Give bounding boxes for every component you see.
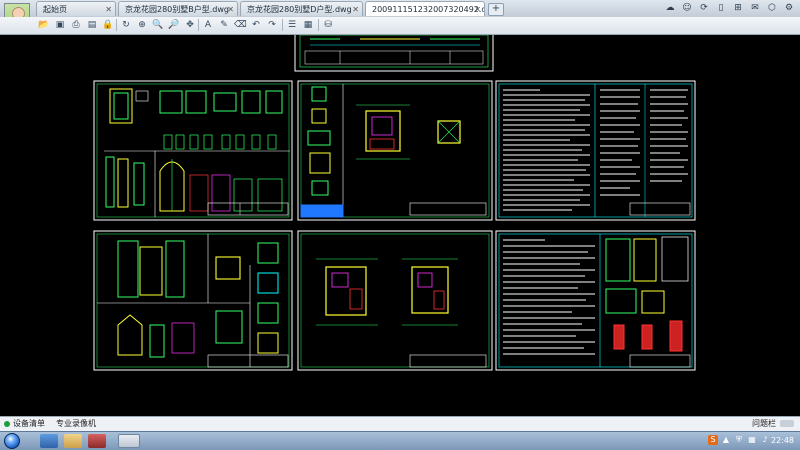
mail-icon[interactable]: ✉ [748, 2, 762, 14]
undo-icon[interactable]: ↶ [250, 19, 262, 31]
layer-manager-icon[interactable]: ▦ [302, 19, 314, 31]
tab-label: 20091115123200732049​2.d... [372, 5, 485, 14]
volume-icon[interactable]: ♪ [760, 435, 770, 445]
professional-recorder-label: 专业录像机 [56, 419, 96, 428]
tab-start-page[interactable]: 起始页 ✕ [36, 1, 116, 16]
print-icon[interactable]: ⎙ [70, 19, 82, 31]
sheet-top [294, 32, 494, 72]
sheet-row2-2 [297, 230, 493, 371]
close-icon[interactable]: ✕ [227, 2, 234, 16]
tab-label: 京龙花园280别墅B户型.dwg [125, 5, 229, 14]
add-tab-button[interactable]: + [488, 3, 504, 16]
sheet-row1-3 [495, 80, 696, 221]
settings-icon[interactable]: ⚙ [782, 2, 796, 14]
system-tray: S ▲ ⛨ ▦ ♪ [708, 435, 770, 445]
export-icon[interactable]: ▤ [86, 19, 98, 31]
cube-icon[interactable]: ⬡ [765, 2, 779, 14]
tab-drawing-current[interactable]: 20091115123200732049​2.d... ✕ [365, 1, 485, 16]
bottom-panel: 设备清单 专业录像机 问题栏 [0, 416, 800, 431]
zoom-out-icon[interactable]: 🔎 [168, 19, 180, 31]
cloud-icon[interactable]: ☁ [663, 2, 677, 14]
device-list-tab[interactable]: 设备清单 [4, 418, 45, 430]
sheet-row2-1 [93, 230, 293, 371]
lock-icon[interactable]: 🔒 [102, 19, 114, 31]
tray-up-icon[interactable]: ▲ [721, 435, 731, 445]
refresh-icon[interactable]: ⟳ [697, 2, 711, 14]
tab-label: 京龙花园280别墅D户型.dwg [247, 5, 352, 14]
tab-drawing-b[interactable]: 京龙花园280别墅B户型.dwg ✕ [118, 1, 238, 16]
rotate-icon[interactable]: ↻ [120, 19, 132, 31]
system-clock[interactable]: 22:48 [771, 433, 794, 449]
tab-label: 起始页 [43, 5, 67, 14]
grid-icon[interactable]: ⊞ [731, 2, 745, 14]
sheet-row2-3 [495, 230, 696, 371]
zoom-in-icon[interactable]: 🔍 [152, 19, 164, 31]
windows-taskbar: S ▲ ⛨ ▦ ♪ 22:48 [0, 431, 800, 450]
layers-icon[interactable]: ☰ [286, 19, 298, 31]
panel-scroll-handle[interactable] [780, 420, 794, 427]
eraser-icon[interactable]: ⌫ [234, 19, 247, 31]
close-icon[interactable]: ✕ [352, 2, 359, 16]
window-controls: ☁ ☺ ⟳ ▯ ⊞ ✉ ⬡ ⚙ [663, 2, 796, 15]
user-icon[interactable]: ☺ [680, 2, 694, 14]
professional-recorder-tab[interactable]: 专业录像机 [56, 418, 96, 430]
folder-icon[interactable] [64, 434, 82, 448]
tab-drawing-d[interactable]: 京龙花园280别墅D户型.dwg ✕ [240, 1, 363, 16]
stack-icon[interactable] [88, 434, 106, 448]
cad-viewer-taskbar-icon[interactable] [118, 434, 140, 448]
security-icon[interactable]: ⛨ [734, 435, 744, 445]
zoom-window-icon[interactable]: ⊕ [136, 19, 148, 31]
text-icon[interactable]: A [202, 19, 214, 31]
pencil-icon[interactable]: ✎ [218, 19, 230, 31]
device-list-label: 设备清单 [13, 419, 45, 428]
redo-icon[interactable]: ↷ [266, 19, 278, 31]
tab-bar: 起始页 ✕ 京龙花园280别墅B户型.dwg ✕ 京龙花园280别墅D户型.dw… [0, 0, 800, 18]
pan-icon[interactable]: ✥ [184, 19, 196, 31]
close-icon[interactable]: ✕ [105, 2, 112, 16]
sheet-row1-1 [93, 80, 293, 221]
close-icon[interactable]: ✕ [474, 2, 481, 16]
toolbar: 📂 ▣ ⎙ ▤ 🔒 ↻ ⊕ 🔍 🔎 ✥ A ✎ ⌫ ↶ ↷ ☰ ▦ ⛁ [0, 17, 800, 35]
cad-canvas[interactable] [0, 32, 800, 416]
device-icon[interactable]: ▯ [714, 2, 728, 14]
problem-bar-label: 问题栏 [752, 419, 776, 428]
ie-icon[interactable] [40, 434, 58, 448]
database-icon[interactable]: ⛁ [322, 19, 334, 31]
status-dot-icon [4, 420, 10, 427]
drawing-sheets [93, 32, 696, 371]
windows-start-button[interactable] [4, 433, 20, 449]
ime-icon[interactable]: S [708, 435, 718, 445]
open-icon[interactable]: 📂 [38, 19, 50, 31]
sheet-row1-2 [297, 80, 493, 221]
save-icon[interactable]: ▣ [54, 19, 66, 31]
problem-bar-button[interactable]: 问题栏 [752, 418, 776, 430]
network-icon[interactable]: ▦ [747, 435, 757, 445]
